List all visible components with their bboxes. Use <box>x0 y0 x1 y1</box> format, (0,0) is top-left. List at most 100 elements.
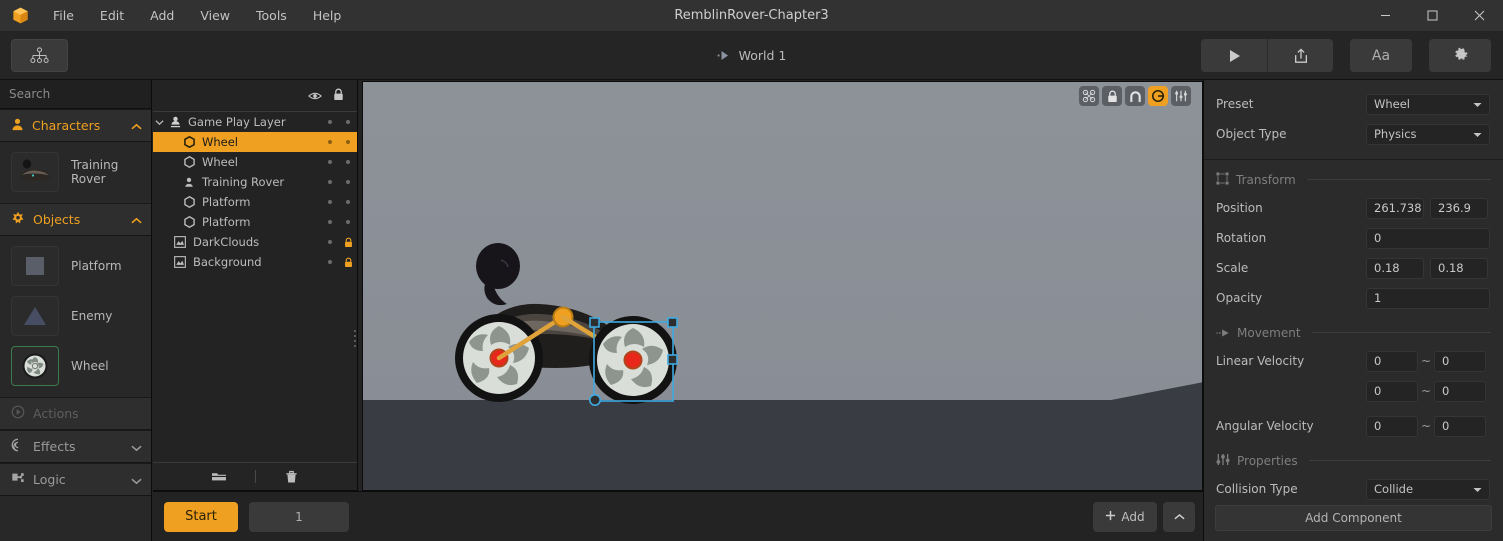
visibility-dot[interactable] <box>321 200 339 204</box>
visibility-dot[interactable] <box>321 140 339 144</box>
lock-dot[interactable] <box>339 220 357 224</box>
menu-item-file[interactable]: File <box>40 0 87 31</box>
hierarchy-row-game-play-layer[interactable]: Game Play Layer <box>153 112 357 132</box>
sidebar-characters-body: Training Rover <box>0 142 151 203</box>
scale-x-input[interactable]: 0.18 <box>1366 257 1424 279</box>
opacity-label: Opacity <box>1216 291 1263 305</box>
sidebar-asset-wheel[interactable]: Wheel <box>0 341 151 391</box>
collision-type-label: Collision Type <box>1216 482 1298 496</box>
add-component-button[interactable]: Add Component <box>1215 505 1492 531</box>
square-thumb-icon <box>11 246 59 286</box>
sidebar-asset-platform[interactable]: Platform <box>0 241 151 291</box>
chevron-down-icon[interactable] <box>131 470 142 489</box>
magnet-icon-button[interactable] <box>1125 86 1145 106</box>
menu-item-view[interactable]: View <box>187 0 243 31</box>
collision-type-dropdown[interactable]: Collide <box>1366 478 1490 500</box>
preset-dropdown[interactable]: Wheel <box>1366 93 1490 115</box>
close-button[interactable] <box>1456 0 1503 31</box>
position-x-input[interactable]: 261.738 <box>1366 197 1424 219</box>
sidebar-asset-training-rover[interactable]: Training Rover <box>0 147 151 197</box>
menu-item-add[interactable]: Add <box>137 0 187 31</box>
hierarchy-row-wheel[interactable]: Wheel <box>153 152 357 172</box>
sidebar-section-characters[interactable]: Characters <box>0 109 151 142</box>
chevron-up-icon[interactable] <box>131 116 142 135</box>
text-tool-button[interactable]: Aa <box>1350 39 1412 72</box>
angular-velocity-max-input[interactable]: 0 <box>1434 415 1486 437</box>
link-icon-button[interactable] <box>1148 86 1168 106</box>
chevron-down-icon[interactable] <box>153 119 166 126</box>
sitemap-icon-button[interactable] <box>11 39 68 72</box>
hierarchy-row-background[interactable]: Background <box>153 252 357 272</box>
angular-velocity-min-input[interactable]: 0 <box>1366 415 1418 437</box>
panel-resize-grip[interactable] <box>354 330 356 347</box>
lock-dot[interactable] <box>339 200 357 204</box>
flower-icon <box>11 210 25 229</box>
hierarchy-row-wheel-selected[interactable]: Wheel <box>153 132 357 152</box>
export-button[interactable] <box>1267 39 1333 72</box>
visibility-dot[interactable] <box>321 260 339 264</box>
trash-icon-button[interactable] <box>256 463 328 490</box>
preset-row: Preset Wheel <box>1216 89 1491 119</box>
sidebar-section-logic[interactable]: Logic <box>0 463 151 496</box>
sidebar-section-objects[interactable]: Objects <box>0 203 151 236</box>
position-y-input[interactable]: 236.9 <box>1430 197 1488 219</box>
eye-icon[interactable] <box>308 86 322 105</box>
hierarchy-row-darkclouds[interactable]: DarkClouds <box>153 232 357 252</box>
hierarchy-row-platform-1[interactable]: Platform <box>153 192 357 212</box>
linear-velocity-x-min-input[interactable]: 0 <box>1366 350 1418 372</box>
lock-dot[interactable] <box>339 180 357 184</box>
frame-number-field[interactable]: 1 <box>249 501 349 532</box>
chevron-up-icon[interactable] <box>131 210 142 229</box>
scale-y-input[interactable]: 0.18 <box>1430 257 1488 279</box>
collapse-panel-button[interactable] <box>1163 501 1195 532</box>
toolbar-left-group <box>11 39 68 72</box>
chevron-down-icon <box>1473 482 1482 496</box>
lock-dot[interactable] <box>339 120 357 124</box>
rotation-input[interactable]: 0 <box>1366 227 1490 249</box>
rover-vehicle-sprite[interactable] <box>439 242 699 422</box>
visibility-dot[interactable] <box>321 220 339 224</box>
chevron-down-icon[interactable] <box>131 437 142 456</box>
lock-icon-button[interactable] <box>1102 86 1122 106</box>
settings-button[interactable] <box>1429 39 1491 72</box>
movement-arrow-icon <box>1216 323 1230 342</box>
start-button[interactable]: Start <box>164 501 238 532</box>
lock-dot[interactable] <box>339 140 357 144</box>
sidebar-section-actions[interactable]: Actions <box>0 397 151 430</box>
maximize-button[interactable] <box>1409 0 1456 31</box>
sidebar-asset-label: Enemy <box>71 309 113 323</box>
visibility-dot[interactable] <box>321 180 339 184</box>
menu-item-tools[interactable]: Tools <box>243 0 300 31</box>
linear-velocity-y-max-input[interactable]: 0 <box>1434 380 1486 402</box>
lock-icon[interactable] <box>339 257 357 268</box>
opacity-input[interactable]: 1 <box>1366 287 1490 309</box>
sidebar-search-row[interactable] <box>0 80 151 109</box>
scene-viewport[interactable] <box>362 81 1203 491</box>
hierarchy-row-label: Platform <box>202 195 251 209</box>
menu-item-help[interactable]: Help <box>300 0 355 31</box>
minimize-button[interactable] <box>1362 0 1409 31</box>
visibility-dot[interactable] <box>321 120 339 124</box>
hierarchy-row-platform-2[interactable]: Platform <box>153 212 357 232</box>
search-input[interactable] <box>9 87 151 101</box>
hexagon-icon <box>180 156 198 168</box>
folder-icon-button[interactable] <box>183 463 255 490</box>
menu-item-edit[interactable]: Edit <box>87 0 137 31</box>
hierarchy-row-training-rover[interactable]: Training Rover <box>153 172 357 192</box>
sidebar-asset-enemy[interactable]: Enemy <box>0 291 151 341</box>
visibility-dot[interactable] <box>321 240 339 244</box>
nodes-icon-button[interactable] <box>1079 86 1099 106</box>
linear-velocity-x-max-input[interactable]: 0 <box>1434 350 1486 372</box>
visibility-dot[interactable] <box>321 160 339 164</box>
sidebar-section-effects[interactable]: Effects <box>0 430 151 463</box>
lock-dot[interactable] <box>339 160 357 164</box>
lock-icon[interactable] <box>339 237 357 248</box>
object-type-dropdown[interactable]: Physics <box>1366 123 1490 145</box>
skeleton-icon-button[interactable] <box>1171 86 1191 106</box>
group-divider <box>1308 460 1491 461</box>
lock-icon[interactable] <box>333 86 344 105</box>
add-button[interactable]: Add <box>1093 501 1157 532</box>
linear-velocity-y-min-input[interactable]: 0 <box>1366 380 1418 402</box>
play-button[interactable] <box>1201 39 1267 72</box>
layer-person-icon <box>166 116 184 128</box>
